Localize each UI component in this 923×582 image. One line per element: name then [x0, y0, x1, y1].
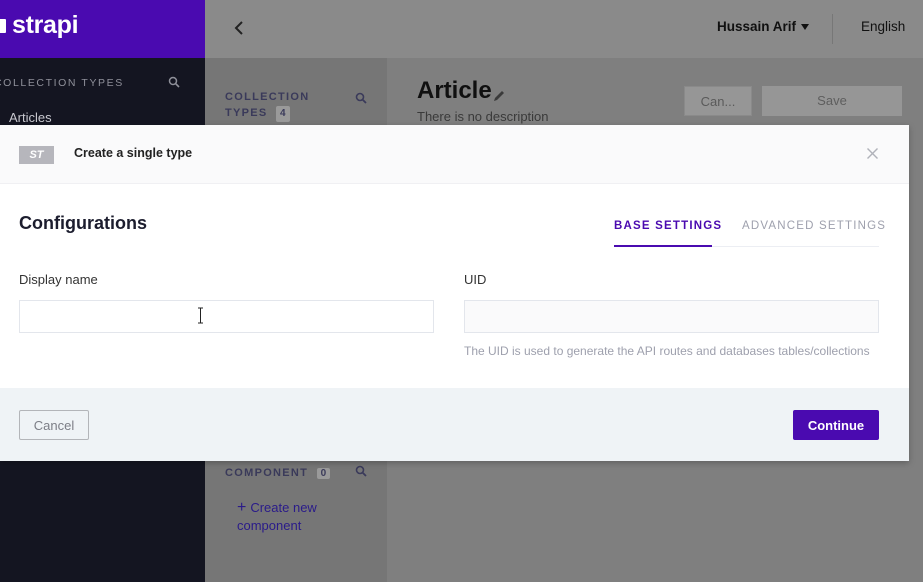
create-component-label: Create new component	[237, 500, 317, 533]
header-divider	[832, 14, 833, 44]
components-heading: Component 0	[225, 467, 331, 479]
uid-hint-text: The UID is used to generate the API rout…	[464, 344, 870, 358]
collection-count-badge: 4	[275, 106, 290, 122]
page-description: There is no description	[417, 109, 549, 124]
pencil-icon[interactable]	[492, 89, 506, 103]
text-cursor-icon	[198, 307, 203, 324]
display-name-label: Display name	[19, 272, 98, 287]
top-header: Hussain Arif English	[205, 0, 923, 58]
component-count-badge: 0	[316, 468, 331, 479]
nav-section-title: Collection Types	[0, 77, 124, 89]
collection-types-heading: Collection Types 4	[225, 89, 325, 122]
nav-item-articles[interactable]: Articles	[9, 110, 52, 125]
collection-types-label: Collection Types	[225, 91, 310, 119]
search-icon[interactable]	[355, 465, 367, 477]
modal-footer: Cancel Continue	[0, 388, 909, 461]
tab-advanced-settings[interactable]: Advanced Settings	[742, 220, 886, 232]
tab-base-settings[interactable]: Base Settings	[614, 220, 722, 232]
modal-body: Configurations Base Settings Advanced Se…	[0, 184, 909, 388]
user-menu[interactable]: Hussain Arif	[717, 19, 796, 34]
search-icon[interactable]	[168, 76, 180, 88]
uid-label: UID	[464, 272, 487, 287]
create-single-type-modal: ST Create a single type Configurations B…	[0, 125, 909, 461]
cancel-button[interactable]: Cancel	[19, 410, 89, 440]
create-component-link[interactable]: + Create new component	[237, 499, 357, 535]
active-tab-indicator	[614, 245, 712, 247]
brand-header: strapi	[0, 0, 205, 58]
brand-name[interactable]: strapi	[12, 11, 79, 40]
header-cancel-button[interactable]: Can...	[684, 86, 752, 116]
modal-title: Create a single type	[74, 146, 193, 160]
configurations-title: Configurations	[19, 213, 147, 233]
tabs-divider	[712, 246, 879, 247]
components-label: Component	[225, 467, 309, 479]
header-save-button[interactable]: Save	[762, 86, 902, 116]
strapi-logo-icon	[0, 19, 6, 33]
uid-input[interactable]	[464, 300, 879, 333]
display-name-input[interactable]	[19, 300, 434, 333]
page-title: Article	[417, 77, 492, 104]
plus-icon: +	[237, 499, 247, 516]
close-icon[interactable]	[866, 147, 879, 160]
chevron-left-icon[interactable]	[231, 18, 247, 38]
search-icon[interactable]	[355, 92, 367, 104]
language-selector[interactable]: English	[861, 19, 905, 34]
caret-down-icon[interactable]	[801, 24, 809, 30]
modal-header: ST Create a single type	[0, 125, 909, 184]
single-type-tag: ST	[19, 146, 54, 164]
continue-button[interactable]: Continue	[793, 410, 879, 440]
